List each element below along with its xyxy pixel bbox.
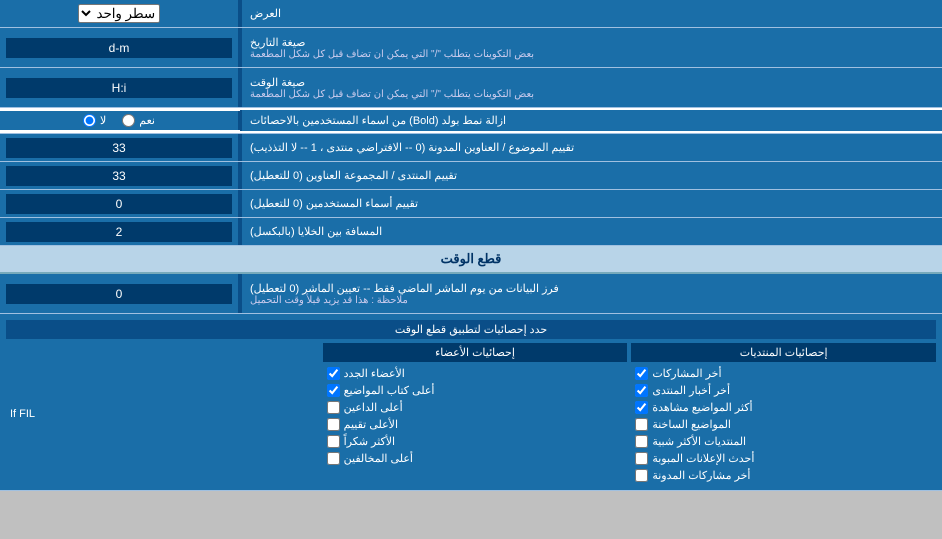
- stats-grid: إحصائيات المنتديات أخر المشاركات أخر أخب…: [6, 343, 936, 484]
- stats-header: حدد إحصائيات لتطبيق قطع الوقت: [6, 320, 936, 339]
- time-format-row: صيغة الوقت بعض التكوينات يتطلب "/" التي …: [0, 68, 942, 108]
- time-cutoff-input-container: [0, 274, 240, 313]
- list-item: أحدث الإعلانات المبوبة: [631, 450, 936, 467]
- forum-sort-input[interactable]: [6, 166, 232, 186]
- cell-spacing-row: المسافة بين الخلايا (بالبكسل): [0, 218, 942, 246]
- list-item: المواضيع الساخنة: [631, 416, 936, 433]
- forum-stat-7-checkbox[interactable]: [635, 469, 648, 482]
- time-cutoff-sublabel: ملاحظة : هذا قد يزيد قبلأ وقت التحميل: [250, 295, 408, 306]
- member-stats-col: إحصائيات الأعضاء الأعضاء الجدد أعلى كتاب…: [323, 343, 628, 484]
- list-item: أخر مشاركات المدونة: [631, 467, 936, 484]
- forum-stat-1-checkbox[interactable]: [635, 367, 648, 380]
- member-stat-6-checkbox[interactable]: [327, 452, 340, 465]
- list-item: أعلى الداعين: [323, 399, 628, 416]
- user-sort-input[interactable]: [6, 194, 232, 214]
- cell-spacing-input-container: [0, 218, 240, 245]
- time-cutoff-label: فرز البيانات من يوم الماشر الماضي فقط --…: [240, 274, 942, 313]
- date-format-input-container: [0, 28, 240, 67]
- cell-spacing-input[interactable]: [6, 222, 232, 242]
- forum-stat-3-checkbox[interactable]: [635, 401, 648, 414]
- forum-sort-input-container: [0, 162, 240, 189]
- member-stat-3-checkbox[interactable]: [327, 401, 340, 414]
- header-row: العرض سطر واحدسطرانثلاثة أسطر: [0, 0, 942, 28]
- bold-no-option[interactable]: لا: [83, 114, 106, 127]
- list-item: أعلى كتاب المواضيع: [323, 382, 628, 399]
- header-label: العرض: [240, 0, 942, 27]
- header-title: العرض: [250, 7, 281, 20]
- member-stats-header: إحصائيات الأعضاء: [323, 343, 628, 362]
- time-format-input-container: [0, 68, 240, 107]
- time-format-sublabel: بعض التكوينات يتطلب "/" التي يمكن ان تضا…: [250, 89, 534, 100]
- member-stat-2-checkbox[interactable]: [327, 384, 340, 397]
- topic-sort-row: تقييم الموضوع / العناوين المدونة (0 -- ا…: [0, 134, 942, 162]
- bold-remove-label: ازالة نمط بولد (Bold) من اسماء المستخدمي…: [240, 110, 942, 131]
- forum-stat-6-checkbox[interactable]: [635, 452, 648, 465]
- forum-sort-label: تقييم المنتدى / المجموعة العناوين (0 للت…: [240, 162, 942, 189]
- time-cutoff-header: قطع الوقت: [0, 246, 942, 274]
- list-item: أعلى المخالفين: [323, 450, 628, 467]
- header-dropdown-container: سطر واحدسطرانثلاثة أسطر: [0, 0, 240, 27]
- bold-yes-option[interactable]: نعم: [122, 114, 155, 127]
- cell-spacing-label: المسافة بين الخلايا (بالبكسل): [240, 218, 942, 245]
- display-dropdown[interactable]: سطر واحدسطرانثلاثة أسطر: [78, 4, 160, 23]
- list-item: أكثر المواضيع مشاهدة: [631, 399, 936, 416]
- time-cutoff-input[interactable]: [6, 284, 232, 304]
- date-format-input[interactable]: [6, 38, 232, 58]
- date-format-row: صيغة التاريخ بعض التكوينات يتطلب "/" الت…: [0, 28, 942, 68]
- topic-sort-label: تقييم الموضوع / العناوين المدونة (0 -- ا…: [240, 134, 942, 161]
- forum-sort-row: تقييم المنتدى / المجموعة العناوين (0 للت…: [0, 162, 942, 190]
- member-stat-1-checkbox[interactable]: [327, 367, 340, 380]
- list-item: الأعضاء الجدد: [323, 365, 628, 382]
- list-item: الأكثر شكراً: [323, 433, 628, 450]
- bold-remove-options: نعم لا: [0, 111, 240, 130]
- list-item: الأعلى تقييم: [323, 416, 628, 433]
- date-format-label: صيغة التاريخ بعض التكوينات يتطلب "/" الت…: [240, 28, 942, 67]
- list-item: المنتديات الأكثر شبية: [631, 433, 936, 450]
- time-format-label: صيغة الوقت بعض التكوينات يتطلب "/" التي …: [240, 68, 942, 107]
- date-format-sublabel: بعض التكوينات يتطلب "/" التي يمكن ان تضا…: [250, 49, 534, 60]
- forum-stats-col: إحصائيات المنتديات أخر المشاركات أخر أخب…: [631, 343, 936, 484]
- forum-stats-header: إحصائيات المنتديات: [631, 343, 936, 362]
- forum-stat-5-checkbox[interactable]: [635, 435, 648, 448]
- bold-yes-radio[interactable]: [122, 114, 135, 127]
- time-cutoff-row: فرز البيانات من يوم الماشر الماضي فقط --…: [0, 274, 942, 314]
- user-sort-input-container: [0, 190, 240, 217]
- member-stat-5-checkbox[interactable]: [327, 435, 340, 448]
- user-sort-row: تقييم أسماء المستخدمين (0 للتعطيل): [0, 190, 942, 218]
- stats-section: حدد إحصائيات لتطبيق قطع الوقت إحصائيات ا…: [0, 314, 942, 491]
- bold-no-radio[interactable]: [83, 114, 96, 127]
- member-stat-4-checkbox[interactable]: [327, 418, 340, 431]
- label-col: If FIL: [6, 343, 319, 484]
- forum-stat-2-checkbox[interactable]: [635, 384, 648, 397]
- topic-sort-input-container: [0, 134, 240, 161]
- list-item: أخر أخبار المنتدى: [631, 382, 936, 399]
- time-format-input[interactable]: [6, 78, 232, 98]
- list-item: أخر المشاركات: [631, 365, 936, 382]
- forum-stat-4-checkbox[interactable]: [635, 418, 648, 431]
- topic-sort-input[interactable]: [6, 138, 232, 158]
- bold-remove-row: ازالة نمط بولد (Bold) من اسماء المستخدمي…: [0, 108, 942, 134]
- user-sort-label: تقييم أسماء المستخدمين (0 للتعطيل): [240, 190, 942, 217]
